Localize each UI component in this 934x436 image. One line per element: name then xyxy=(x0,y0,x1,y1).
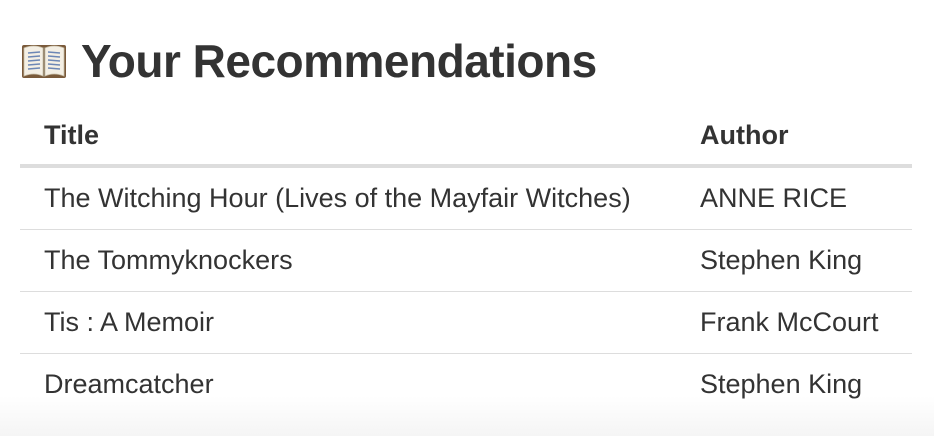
column-header-title[interactable]: Title xyxy=(20,106,676,168)
column-header-author[interactable]: Author xyxy=(676,106,912,168)
book-author-cell: ANNE RICE xyxy=(676,166,912,230)
page-heading: Your Recommendations xyxy=(20,33,597,89)
book-author-cell: Frank McCourt xyxy=(676,291,912,354)
book-title-cell: Tis : A Memoir xyxy=(20,291,676,354)
table-row[interactable]: Dreamcatcher Stephen King xyxy=(20,354,912,416)
table-row[interactable]: The Tommyknockers Stephen King xyxy=(20,229,912,292)
book-title-cell: Dreamcatcher xyxy=(44,369,214,399)
recommendations-table: Title Author The Witching Hour (Lives of… xyxy=(20,106,912,415)
recommendations-page: Your Recommendations Title Author The Wi… xyxy=(0,0,934,436)
table-row[interactable]: The Witching Hour (Lives of the Mayfair … xyxy=(20,166,912,230)
page-title: Your Recommendations xyxy=(81,35,597,87)
book-author-cell: Stephen King xyxy=(700,369,863,399)
open-book-icon xyxy=(20,41,68,81)
book-title-cell: The Tommyknockers xyxy=(20,229,676,292)
book-author-cell: Stephen King xyxy=(676,229,912,292)
table-row[interactable]: Tis : A Memoir Frank McCourt xyxy=(20,291,912,354)
book-title-cell: The Witching Hour (Lives of the Mayfair … xyxy=(20,166,676,230)
table-header-row: Title Author xyxy=(20,106,912,168)
